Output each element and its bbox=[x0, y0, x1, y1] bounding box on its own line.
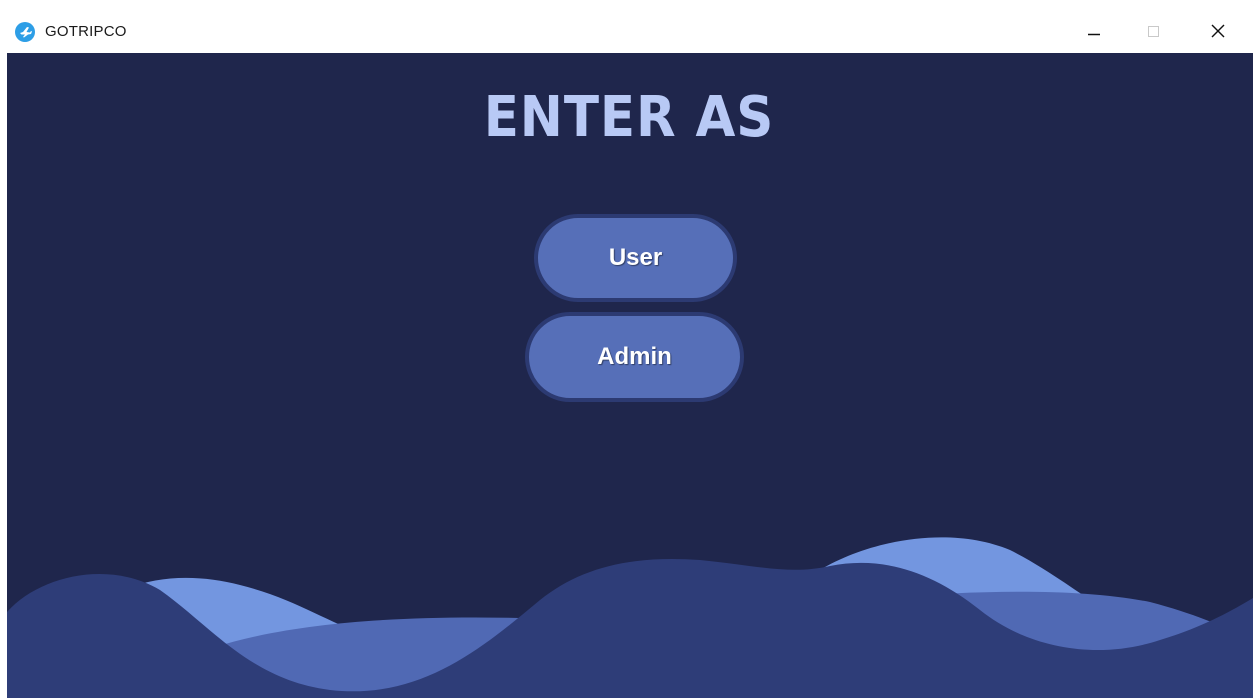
maximize-button[interactable] bbox=[1131, 14, 1177, 50]
close-icon bbox=[1211, 24, 1225, 38]
maximize-icon bbox=[1148, 26, 1159, 37]
admin-button[interactable]: Admin bbox=[525, 312, 744, 402]
close-button[interactable] bbox=[1195, 14, 1241, 50]
airplane-icon bbox=[15, 22, 35, 42]
user-button[interactable]: User bbox=[534, 214, 737, 302]
minimize-icon bbox=[1088, 33, 1100, 36]
page-title: ENTER AS bbox=[483, 85, 775, 150]
app-window: GOTRIPCO ENTER AS User Admin bbox=[0, 0, 1258, 698]
window-title: GOTRIPCO bbox=[45, 23, 127, 40]
minimize-button[interactable] bbox=[1071, 14, 1117, 50]
title-bar[interactable]: GOTRIPCO bbox=[0, 0, 1258, 53]
main-panel: ENTER AS User Admin bbox=[7, 53, 1253, 698]
window-border bbox=[1253, 53, 1258, 698]
